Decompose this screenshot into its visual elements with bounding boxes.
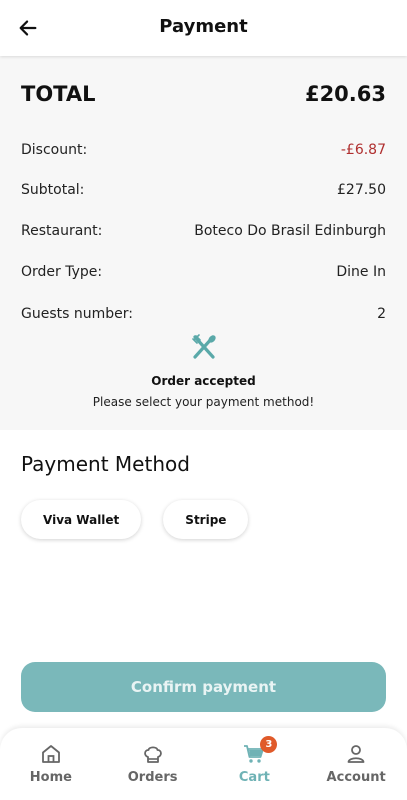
page-title: Payment <box>159 16 248 37</box>
nav-item-orders[interactable]: Orders <box>113 742 193 785</box>
chef-hat-icon <box>143 746 162 763</box>
nav-label-account: Account <box>326 770 386 785</box>
restaurant-label: Restaurant: <box>21 223 103 239</box>
order-type-row: Order Type: Dine In <box>21 264 386 280</box>
confirm-payment-button[interactable]: Confirm payment <box>21 662 386 712</box>
user-icon <box>347 745 365 763</box>
header: Payment <box>0 0 407 56</box>
restaurant-value: Boteco Do Brasil Edinburgh <box>194 223 386 239</box>
order-type-label: Order Type: <box>21 264 103 280</box>
total-value: £20.63 <box>304 82 386 106</box>
nav-label-orders: Orders <box>127 770 178 785</box>
bottom-nav: Home Orders 3 Cart Account <box>0 728 407 800</box>
utensils-icon <box>191 334 216 359</box>
total-row: TOTAL £20.63 <box>21 82 386 106</box>
status-subtitle: Please select your payment method! <box>92 395 315 409</box>
order-status: Order accepted Please select your paymen… <box>0 334 407 409</box>
nav-item-home[interactable]: Home <box>11 742 91 785</box>
guests-label: Guests number: <box>21 306 133 322</box>
order-type-value: Dine In <box>336 264 386 280</box>
viva-wallet-option[interactable]: Viva Wallet <box>21 500 142 539</box>
guests-row: Guests number: 2 <box>21 306 386 322</box>
total-label: TOTAL <box>21 82 96 106</box>
payment-method-options: Viva Wallet Stripe <box>21 500 249 539</box>
discount-value: -£6.87 <box>340 142 386 158</box>
nav-label-home: Home <box>29 770 72 785</box>
subtotal-value: £27.50 <box>337 182 386 198</box>
cart-badge: 3 <box>260 736 278 753</box>
discount-label: Discount: <box>21 142 88 158</box>
stripe-option[interactable]: Stripe <box>163 500 249 539</box>
subtotal-row: Subtotal: £27.50 <box>21 182 386 198</box>
payment-method-title: Payment Method <box>21 452 190 476</box>
order-summary: TOTAL £20.63 Discount: -£6.87 Subtotal: … <box>0 56 407 430</box>
nav-label-cart: Cart <box>238 770 270 785</box>
home-icon <box>41 745 60 763</box>
subtotal-label: Subtotal: <box>21 182 85 198</box>
restaurant-row: Restaurant: Boteco Do Brasil Edinburgh <box>21 223 386 239</box>
guests-value: 2 <box>377 306 386 322</box>
discount-row: Discount: -£6.87 <box>21 142 386 158</box>
nav-item-cart[interactable]: 3 Cart <box>214 736 294 785</box>
status-title: Order accepted <box>151 374 256 388</box>
nav-item-account[interactable]: Account <box>316 742 396 785</box>
